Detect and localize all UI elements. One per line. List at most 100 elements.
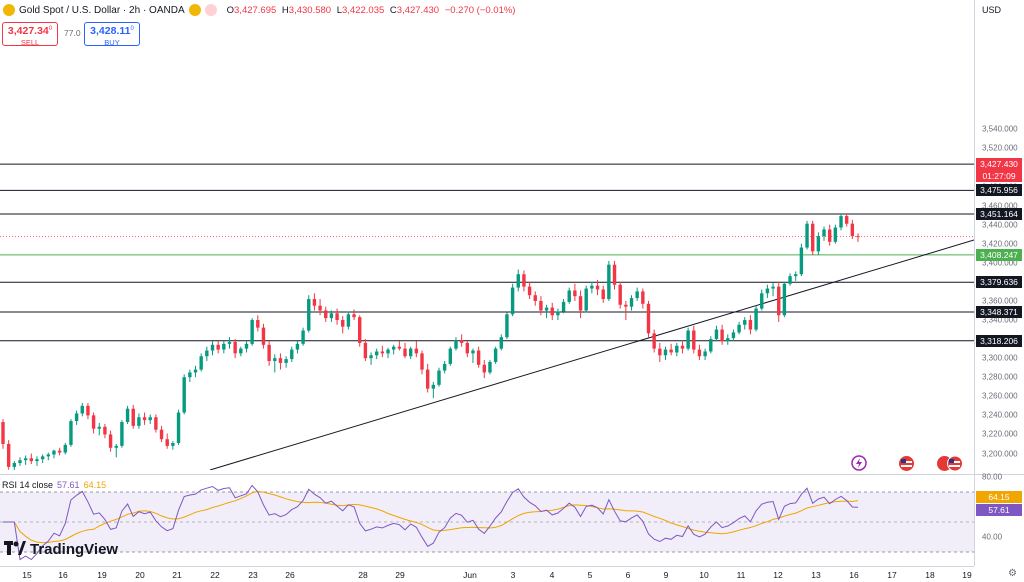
- candle: [154, 414, 158, 433]
- candle-body: [516, 274, 520, 288]
- level-price-label[interactable]: 3,379.636: [976, 276, 1022, 289]
- time-tick: 29: [395, 570, 405, 580]
- candle: [533, 291, 537, 306]
- symbol-title[interactable]: Gold Spot / U.S. Dollar · 2h · OANDA: [19, 5, 185, 16]
- wave-icon[interactable]: [204, 4, 217, 16]
- candle: [210, 340, 215, 356]
- candle: [658, 342, 662, 362]
- lightning-event-icon[interactable]: [851, 455, 867, 476]
- candle: [23, 455, 28, 465]
- market-status-icon[interactable]: [188, 4, 201, 16]
- candle: [465, 340, 470, 358]
- rsi-legend[interactable]: RSI 14 close 57.61 64.15: [2, 480, 106, 490]
- candle: [171, 441, 175, 450]
- candle: [1, 419, 5, 449]
- candle-body: [341, 320, 345, 327]
- currency-selector[interactable]: USD: [982, 5, 1001, 15]
- candle-body: [74, 413, 79, 422]
- candle: [341, 316, 345, 334]
- candle-body: [431, 384, 436, 389]
- time-tick: 11: [736, 570, 746, 580]
- candle: [663, 346, 668, 361]
- candle-body: [799, 247, 804, 275]
- tradingview-logo[interactable]: TradingView: [4, 541, 118, 558]
- price-chart[interactable]: [0, 0, 974, 470]
- level-price-label[interactable]: 3,348.371: [976, 306, 1022, 319]
- pane-separator[interactable]: [0, 474, 1024, 475]
- candle-body: [358, 317, 362, 343]
- candle: [301, 327, 305, 346]
- level-price-label[interactable]: 3,318.206: [976, 334, 1022, 347]
- settings-gear-icon[interactable]: ⚙: [1008, 568, 1017, 579]
- candle: [307, 295, 311, 333]
- candle: [318, 299, 322, 316]
- candle-body: [425, 369, 430, 389]
- candle: [709, 336, 713, 354]
- candle-body: [709, 339, 713, 352]
- candle-body: [301, 330, 305, 344]
- candle-body: [499, 337, 503, 349]
- candle: [686, 327, 690, 351]
- level-price-label[interactable]: 3,475.956: [976, 184, 1022, 197]
- candle-body: [1, 422, 5, 444]
- candle: [165, 433, 169, 449]
- candle-body: [182, 377, 186, 413]
- candle-body: [114, 445, 118, 448]
- rsi-pane[interactable]: [0, 478, 974, 566]
- time-tick: 6: [625, 570, 631, 580]
- candle: [805, 220, 809, 250]
- buy-button[interactable]: 3,428.110 BUY: [84, 22, 140, 47]
- sell-button[interactable]: 3,427.340 SELL: [2, 22, 58, 47]
- candle-body: [669, 349, 673, 353]
- candle-body: [437, 370, 441, 385]
- candle: [380, 345, 385, 358]
- candle-body: [573, 290, 577, 297]
- candle-body: [148, 417, 152, 421]
- candle-body: [805, 223, 809, 248]
- candle: [692, 325, 696, 354]
- level-price-label[interactable]: 3,451.164: [976, 208, 1022, 220]
- candle-body: [69, 421, 73, 445]
- candle-body: [816, 236, 821, 252]
- us-flag-events-group-icon[interactable]: [936, 455, 964, 477]
- candle-body: [641, 291, 645, 304]
- time-tick: 16: [58, 570, 68, 580]
- candle: [544, 304, 549, 319]
- candle-body: [522, 274, 526, 287]
- candle: [578, 290, 583, 319]
- candle-body: [6, 443, 11, 467]
- candle: [335, 308, 339, 325]
- candle: [816, 232, 821, 256]
- candle-body: [827, 229, 832, 242]
- candle-body: [295, 343, 300, 350]
- price-tick: 3,520.000: [982, 143, 1018, 153]
- candle-body: [442, 363, 447, 371]
- candle: [91, 412, 96, 434]
- candle: [493, 346, 498, 364]
- candle-body: [227, 341, 232, 344]
- candle: [765, 284, 770, 299]
- candle-body: [833, 227, 838, 242]
- candle-body: [57, 450, 62, 453]
- candle: [618, 281, 622, 309]
- candle: [40, 454, 45, 464]
- candle: [256, 315, 260, 332]
- candle-body: [256, 320, 260, 328]
- candle-body: [312, 299, 317, 306]
- price-tick: 3,260.000: [982, 391, 1018, 401]
- candle-body: [844, 216, 849, 224]
- time-tick: 9: [663, 570, 669, 580]
- candle-body: [290, 349, 294, 360]
- candle: [63, 443, 67, 455]
- time-tick: 17: [887, 570, 897, 580]
- time-tick: 20: [135, 570, 145, 580]
- candle-body: [142, 417, 147, 421]
- candle: [346, 311, 351, 330]
- time-axis[interactable]: [0, 566, 974, 582]
- level-price-label[interactable]: 3,408.247: [976, 248, 1022, 261]
- rsi-ma-label: 64.15: [976, 491, 1022, 503]
- candle: [182, 374, 186, 415]
- candle: [550, 302, 554, 321]
- candle-body: [386, 349, 390, 354]
- us-flag-event-icon[interactable]: [898, 455, 915, 477]
